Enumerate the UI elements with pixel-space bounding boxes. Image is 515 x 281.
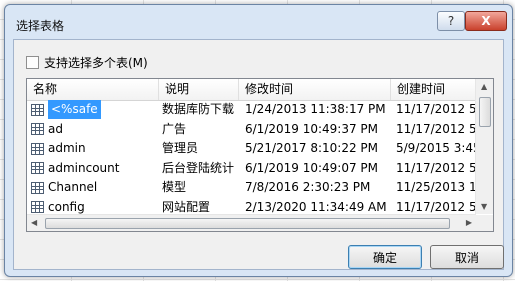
row-name-cell: admincount <box>31 159 157 178</box>
close-button[interactable]: X <box>465 11 507 31</box>
row-name: ad <box>48 121 63 136</box>
column-header-modified[interactable]: 修改时间 <box>239 79 391 100</box>
row-name: Channel <box>48 180 98 195</box>
dialog-body: 支持选择多个表(M) 名称 说明 修改时间 创建时间 <%safe 数据库防下载… <box>13 39 504 270</box>
scroll-right-icon[interactable]: ▶ <box>466 218 472 227</box>
multi-select-option[interactable]: 支持选择多个表(M) <box>26 54 148 71</box>
column-header-description[interactable]: 说明 <box>159 79 239 100</box>
table-icon <box>31 201 44 214</box>
row-name-cell: ad <box>31 120 157 139</box>
table-icon <box>31 181 44 194</box>
column-header-name[interactable]: 名称 <box>27 79 159 100</box>
row-description: 管理员 <box>162 141 199 156</box>
select-table-dialog: 选择表格 ? X 支持选择多个表(M) 名称 说明 修改时间 创建时间 <%sa… <box>4 4 513 277</box>
row-modified: 7/8/2016 2:30:23 PM <box>245 180 371 195</box>
scrollbar-corner <box>476 215 493 231</box>
scroll-up-icon[interactable]: ▲ <box>481 82 487 91</box>
list-header: 名称 说明 修改时间 创建时间 <box>27 79 476 101</box>
row-modified: 6/1/2019 10:49:07 PM <box>245 160 379 175</box>
row-modified: 1/24/2013 11:38:17 PM <box>245 102 386 116</box>
table-icon <box>31 103 44 116</box>
row-name-cell: Channel <box>31 178 157 197</box>
row-description: 数据库防下载 <box>162 102 235 116</box>
vertical-scrollbar[interactable]: ▲ ▼ <box>475 79 493 214</box>
row-name: admincount <box>48 160 120 175</box>
scroll-down-icon[interactable]: ▼ <box>481 202 487 211</box>
close-icon: X <box>481 14 491 28</box>
vertical-scroll-thumb[interactable] <box>479 97 491 127</box>
list-rows: <%safe 数据库防下载 1/24/2013 11:38:17 PM 11/1… <box>27 100 478 218</box>
cancel-button[interactable]: 取消 <box>430 245 504 269</box>
table-icon <box>31 162 44 175</box>
help-icon: ? <box>447 14 455 28</box>
table-row[interactable]: <%safe 数据库防下载 1/24/2013 11:38:17 PM 11/1… <box>27 100 478 120</box>
table-icon <box>31 142 44 155</box>
row-modified: 5/21/2017 8:10:22 PM <box>245 141 379 156</box>
row-created: 11/25/2013 10: <box>396 180 478 195</box>
column-header-created[interactable]: 创建时间 <box>391 79 481 100</box>
row-created: 11/17/2012 5:0 <box>396 160 478 175</box>
help-button[interactable]: ? <box>437 11 465 31</box>
row-created: 5/9/2015 3:45:1 <box>396 141 478 156</box>
multi-select-label: 支持选择多个表(M) <box>44 56 148 70</box>
ok-button[interactable]: 确定 <box>348 245 422 269</box>
row-description: 后台登陆统计 <box>162 160 235 175</box>
row-description: 模型 <box>162 180 187 195</box>
horizontal-scrollbar[interactable]: ◀ ▶ <box>27 214 476 231</box>
row-description: 广告 <box>162 121 187 136</box>
row-name-cell: <%safe <box>31 100 157 119</box>
row-name: admin <box>48 141 86 156</box>
row-name-cell: admin <box>31 139 157 158</box>
row-name: <%safe <box>48 100 101 119</box>
horizontal-scroll-thumb[interactable] <box>45 218 450 229</box>
table-row[interactable]: admincount 后台登陆统计 6/1/2019 10:49:07 PM 1… <box>27 159 478 179</box>
title-bar[interactable]: 选择表格 ? X <box>5 5 512 39</box>
table-row[interactable]: ad 广告 6/1/2019 10:49:37 PM 11/17/2012 5:… <box>27 120 478 140</box>
table-row[interactable]: Channel 模型 7/8/2016 2:30:23 PM 11/25/201… <box>27 178 478 198</box>
row-modified: 6/1/2019 10:49:37 PM <box>245 121 379 136</box>
dialog-title: 选择表格 <box>16 19 65 33</box>
row-created: 11/17/2012 5:0 <box>396 121 478 136</box>
multi-select-checkbox[interactable] <box>26 56 39 69</box>
table-list[interactable]: 名称 说明 修改时间 创建时间 <%safe 数据库防下载 1/24/2013 … <box>26 78 494 232</box>
table-icon <box>31 123 44 136</box>
row-created: 11/17/2012 5:0 <box>396 102 478 116</box>
scroll-left-icon[interactable]: ◀ <box>31 218 37 227</box>
table-row[interactable]: admin 管理员 5/21/2017 8:10:22 PM 5/9/2015 … <box>27 139 478 159</box>
